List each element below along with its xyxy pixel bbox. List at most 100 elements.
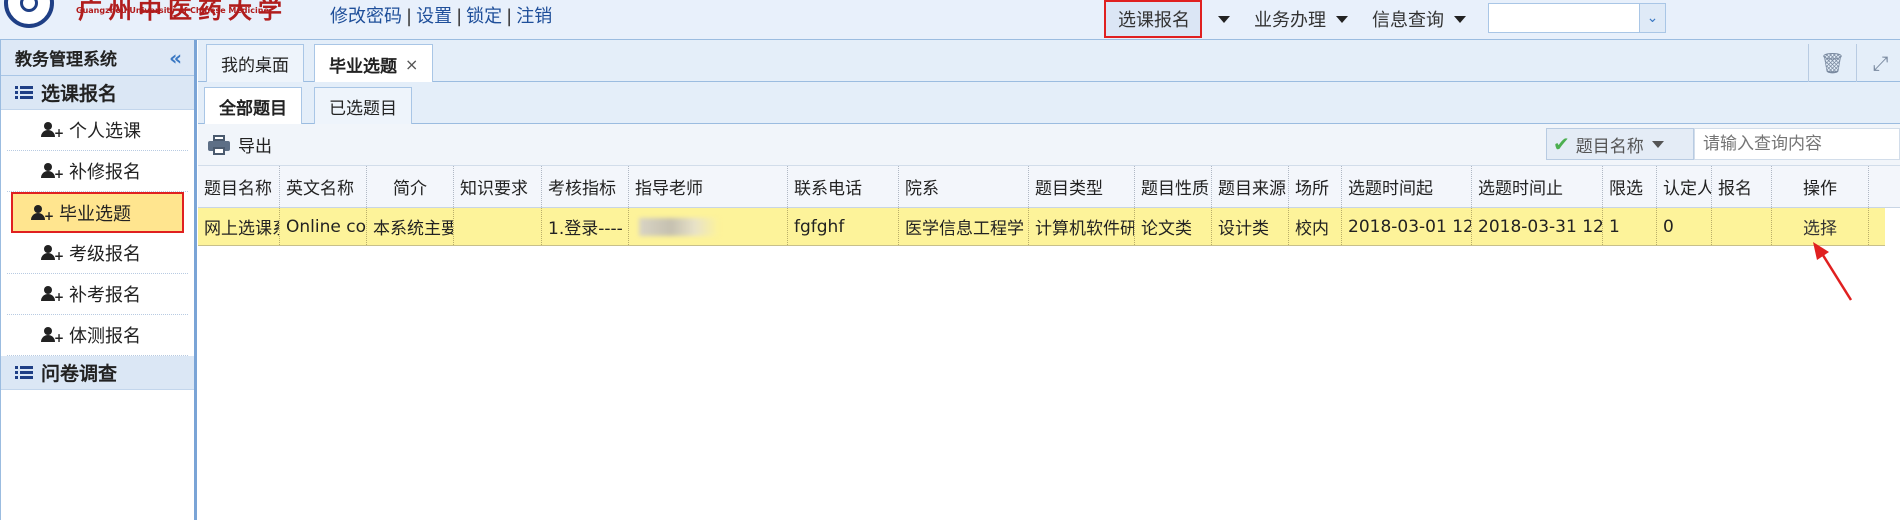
menu-course-registration-label: 选课报名: [1118, 10, 1190, 31]
redacted-text-blur: [639, 217, 719, 236]
column-header[interactable]: 题目类型: [1029, 166, 1135, 207]
menu-info-query-label: 信息查询: [1372, 10, 1444, 31]
logo-name-en: Guangzhou University of Chinese Medicine: [76, 6, 269, 15]
sidebar-item-makeup-registration[interactable]: + 补修报名: [7, 151, 188, 192]
column-header[interactable]: 题目性质: [1135, 166, 1212, 207]
sub-tab-bar: 全部题目 已选题目: [198, 82, 1900, 125]
column-header[interactable]: 考核指标: [542, 166, 629, 207]
caret-down-icon: [1218, 15, 1230, 23]
main-menu: 选课报名 业务办理 信息查询: [1104, 0, 1476, 38]
sidebar-item-label: 个人选课: [69, 121, 141, 142]
sidebar-item-label: 体测报名: [69, 326, 141, 347]
lock-link[interactable]: 锁定: [466, 6, 502, 27]
sidebar-item-level-exam[interactable]: + 考级报名: [7, 233, 188, 274]
sidebar-group-label: 问卷调查: [41, 363, 118, 385]
table-cell: 医学信息工程学: [899, 208, 1029, 245]
sidebar-item-makeup-exam[interactable]: + 补考报名: [7, 274, 188, 315]
user-add-icon: +: [41, 163, 64, 180]
main-content: 我的桌面 毕业选题 × 🗑 ⤢ 全部题目 已选题目 导出 ✔ 题目名称 请输入查…: [198, 40, 1900, 520]
sidebar-header: 教务管理系统 «: [1, 40, 194, 76]
table-cell: 论文类: [1135, 208, 1212, 245]
grid-header: 题目名称 英文名称 简介 知识要求 考核指标 指导老师 联系电话 院系 题目类型…: [198, 166, 1900, 208]
sidebar-group-survey[interactable]: 问卷调查: [1, 356, 194, 390]
column-header[interactable]: 操作: [1772, 166, 1869, 207]
tab-selected-topics[interactable]: 已选题目: [314, 87, 412, 124]
column-header[interactable]: 场所: [1289, 166, 1342, 207]
table-cell: 本系统主要: [367, 208, 454, 245]
column-header[interactable]: 题目来源: [1212, 166, 1289, 207]
tab-graduation-topic[interactable]: 毕业选题 ×: [314, 44, 434, 83]
column-header[interactable]: 联系电话: [788, 166, 899, 207]
top-select[interactable]: ⌄: [1488, 3, 1666, 33]
tab-my-desktop[interactable]: 我的桌面: [206, 44, 304, 82]
university-seal-icon: [4, 0, 54, 28]
tab-bar: 我的桌面 毕业选题 × 🗑 ⤢: [198, 40, 1900, 83]
table-cell: 计算机软件研: [1029, 208, 1135, 245]
sidebar-group-label: 选课报名: [41, 83, 118, 105]
trash-icon[interactable]: 🗑: [1808, 44, 1856, 82]
menu-business-label: 业务办理: [1254, 10, 1326, 31]
table-cell: 1.登录----: [542, 208, 629, 245]
user-add-icon: +: [41, 122, 64, 139]
menu-course-registration[interactable]: 选课报名: [1104, 0, 1202, 38]
table-cell: 2018-03-31 12:: [1472, 208, 1603, 245]
topic-grid: 题目名称 英文名称 简介 知识要求 考核指标 指导老师 联系电话 院系 题目类型…: [198, 166, 1900, 246]
caret-down-icon: [1651, 140, 1664, 148]
table-cell: [454, 208, 542, 245]
menu-course-registration-dropdown[interactable]: [1202, 0, 1244, 38]
column-header[interactable]: 选题时间起: [1342, 166, 1472, 207]
sidebar-title: 教务管理系统: [15, 50, 117, 70]
logout-link[interactable]: 注销: [516, 6, 552, 27]
menu-info-query[interactable]: 信息查询: [1358, 0, 1476, 38]
printer-icon: [208, 134, 230, 155]
list-icon: [15, 85, 33, 100]
tab-all-topics[interactable]: 全部题目: [204, 87, 302, 125]
search-field-select[interactable]: ✔ 题目名称: [1546, 128, 1694, 160]
sidebar-group-course-registration[interactable]: 选课报名: [1, 76, 194, 110]
table-cell: 1: [1603, 208, 1657, 245]
menu-business[interactable]: 业务办理: [1244, 0, 1358, 38]
fullscreen-icon[interactable]: ⤢: [1856, 44, 1900, 82]
column-header[interactable]: 报名: [1712, 166, 1772, 207]
user-add-icon: +: [41, 245, 64, 262]
table-cell-redacted: [629, 208, 788, 245]
sidebar-item-fitness-test[interactable]: + 体测报名: [7, 315, 188, 356]
settings-link[interactable]: 设置: [416, 6, 452, 27]
column-header[interactable]: 题目名称: [198, 166, 280, 207]
export-button[interactable]: 导出: [208, 132, 272, 157]
sidebar-item-label: 补修报名: [69, 162, 141, 183]
table-row[interactable]: 网上选课系 Online cou 本系统主要 1.登录---- fgfghf 医…: [198, 208, 1885, 246]
collapse-icon[interactable]: «: [169, 46, 182, 70]
search-field-label: 题目名称: [1575, 136, 1644, 157]
user-add-icon: +: [31, 204, 54, 222]
column-header[interactable]: 认定人: [1657, 166, 1712, 207]
export-label: 导出: [238, 137, 272, 157]
chevron-down-icon[interactable]: ⌄: [1639, 4, 1665, 32]
grid-toolbar: 导出 ✔ 题目名称: [198, 124, 1900, 166]
sidebar-item-graduation-topic[interactable]: + 毕业选题: [11, 192, 184, 233]
column-header[interactable]: 指导老师: [629, 166, 788, 207]
column-header[interactable]: 院系: [899, 166, 1029, 207]
change-password-link[interactable]: 修改密码: [330, 6, 402, 27]
table-cell: 2018-03-01 12:: [1342, 208, 1472, 245]
tab-label: 全部题目: [219, 99, 287, 119]
column-header[interactable]: 限选: [1603, 166, 1657, 207]
tab-label: 我的桌面: [221, 56, 289, 76]
table-cell: Online cou: [280, 208, 367, 245]
list-icon: [15, 365, 33, 380]
check-icon: ✔: [1553, 132, 1570, 156]
tab-label: 毕业选题: [329, 56, 397, 77]
top-bar: 广州中医药大学 Guangzhou University of Chinese …: [0, 0, 1900, 40]
column-header[interactable]: 英文名称: [280, 166, 367, 207]
table-cell: 校内: [1289, 208, 1342, 245]
column-header[interactable]: 简介: [367, 166, 454, 207]
search-input[interactable]: [1694, 128, 1900, 160]
app-window: 广州中医药大学 Guangzhou University of Chinese …: [0, 0, 1900, 520]
sidebar-item-personal-course[interactable]: + 个人选课: [7, 110, 188, 151]
close-icon[interactable]: ×: [405, 55, 418, 74]
table-cell: 0: [1657, 208, 1712, 245]
caret-down-icon: [1454, 15, 1466, 23]
column-header[interactable]: 知识要求: [454, 166, 542, 207]
column-header[interactable]: 选题时间止: [1472, 166, 1603, 207]
sidebar: 教务管理系统 « 选课报名 + 个人选课 + 补修报名 + 毕业选题 + 考级报…: [0, 40, 197, 520]
